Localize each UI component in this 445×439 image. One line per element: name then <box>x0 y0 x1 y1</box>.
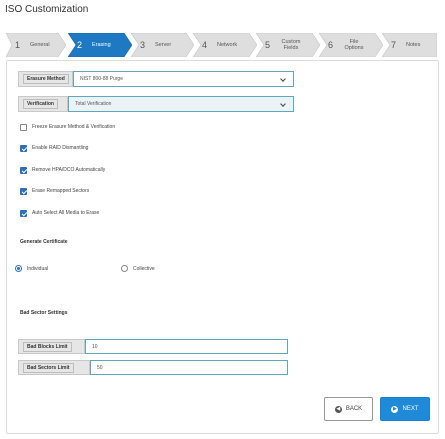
page-title: ISO Customization <box>5 4 89 15</box>
bad-sectors-label: Bad Sectors Limit <box>18 360 90 375</box>
checkbox-label: Remove HPA/DCO Automatically <box>32 167 106 173</box>
wizard-step-custom-fields[interactable]: 5 Custom Fields <box>256 33 320 57</box>
remapped-checkbox-row[interactable]: Erase Remapped Sectors <box>20 187 89 195</box>
wizard-step-notes[interactable]: 7 Notes <box>382 33 437 57</box>
bad-blocks-row: Bad Blocks Limit 10 <box>18 339 288 355</box>
back-button[interactable]: ◀ BACK <box>324 397 373 421</box>
step-number: 2 <box>77 40 83 50</box>
step-number: 1 <box>15 40 21 50</box>
certificate-heading: Generate Certificate <box>20 239 68 245</box>
radio-label: Individual <box>27 265 49 272</box>
wizard-steps: 1 General 2 Erasing 3 Server 4 Network 5… <box>6 33 437 57</box>
arrow-left-icon: ◀ <box>334 405 342 413</box>
wizard-step-general[interactable]: 1 General <box>6 33 66 57</box>
bad-sectors-input[interactable]: 50 <box>90 360 288 375</box>
step-label: File Options <box>344 39 364 51</box>
step-label: Notes <box>406 42 421 48</box>
bad-blocks-input[interactable]: 10 <box>85 339 288 354</box>
wizard-step-server[interactable]: 3 Server <box>131 33 194 57</box>
hpa-dco-checkbox[interactable] <box>20 166 27 174</box>
step-label: Custom Fields <box>281 39 301 51</box>
remapped-sectors-checkbox[interactable] <box>20 187 27 195</box>
back-label: BACK <box>345 406 363 412</box>
radio-collective-button[interactable] <box>121 265 128 272</box>
erasing-panel: Erasure Method NIST 800-88 Purge Verific… <box>6 60 439 434</box>
verification-value: Total Verification <box>75 101 112 107</box>
chevron-down-icon <box>280 101 286 107</box>
raid-checkbox[interactable] <box>20 144 27 152</box>
step-label: General <box>30 42 50 48</box>
erasure-method-row: Erasure Method NIST 800-88 Purge <box>18 71 294 87</box>
verification-row: Verification Total Verification <box>18 96 294 112</box>
wizard-step-file-options[interactable]: 6 File Options <box>319 33 383 57</box>
radio-label: Collective <box>133 265 155 272</box>
step-label: Network <box>217 42 238 48</box>
bad-blocks-label: Bad Blocks Limit <box>18 339 85 354</box>
next-label: NEXT <box>402 406 419 412</box>
step-number: 4 <box>202 40 208 50</box>
radio-individual[interactable]: Individual <box>15 265 48 272</box>
step-number: 3 <box>140 40 146 50</box>
chevron-down-icon <box>280 76 286 82</box>
erasure-method-select[interactable]: NIST 800-88 Purge <box>73 71 294 87</box>
auto-select-checkbox[interactable] <box>20 209 27 217</box>
radio-individual-button[interactable] <box>15 265 22 272</box>
radio-collective[interactable]: Collective <box>121 265 155 272</box>
erasure-method-label: Erasure Method <box>18 71 73 87</box>
next-button[interactable]: ▶ NEXT <box>380 397 430 421</box>
step-number: 5 <box>265 40 271 50</box>
erasure-method-value: NIST 800-88 Purge <box>80 76 123 82</box>
freeze-checkbox[interactable] <box>20 123 27 131</box>
bad-blocks-value: 10 <box>92 343 98 350</box>
bad-sectors-value: 50 <box>97 364 103 371</box>
wizard-step-network[interactable]: 4 Network <box>193 33 257 57</box>
bad-sectors-row: Bad Sectors Limit 50 <box>18 360 288 376</box>
step-label: Server <box>155 42 172 48</box>
raid-checkbox-row[interactable]: Enable RAID Dismantling <box>20 144 88 152</box>
step-number: 7 <box>391 40 397 50</box>
freeze-checkbox-row[interactable]: Freeze Erasure Method & Verification <box>20 123 115 131</box>
bad-sector-heading: Bad Sector Settings <box>20 310 68 316</box>
checkbox-label: Freeze Erasure Method & Verification <box>32 124 116 130</box>
checkbox-label: Erase Remapped Sectors <box>32 188 90 194</box>
step-label: Erasing <box>92 42 111 48</box>
arrow-right-icon: ▶ <box>391 405 399 413</box>
hpa-checkbox-row[interactable]: Remove HPA/DCO Automatically <box>20 166 105 174</box>
step-number: 6 <box>328 40 334 50</box>
wizard-step-erasing[interactable]: 2 Erasing <box>68 33 132 57</box>
checkbox-label: Enable RAID Dismantling <box>32 145 89 151</box>
verification-label: Verification <box>18 96 68 112</box>
auto-select-checkbox-row[interactable]: Auto Select All Media to Erase <box>20 209 99 217</box>
checkbox-label: Auto Select All Media to Erase <box>32 210 100 216</box>
verification-select[interactable]: Total Verification <box>68 96 294 112</box>
